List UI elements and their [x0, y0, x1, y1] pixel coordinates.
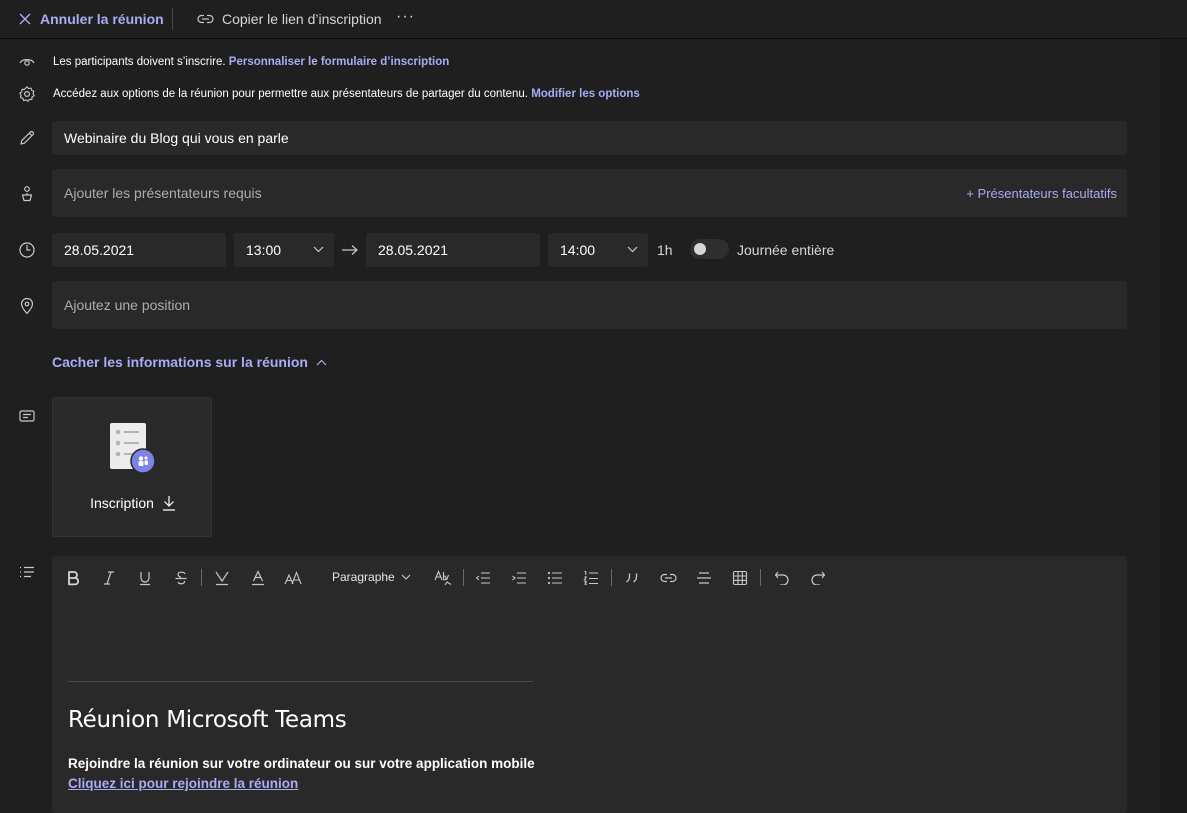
- chevron-down-icon: [401, 574, 411, 580]
- toolbar-divider: [172, 8, 173, 30]
- pencil-icon: [18, 129, 36, 147]
- bulleted-list-button[interactable]: [545, 568, 565, 588]
- start-time-value: 13:00: [246, 242, 282, 258]
- all-day-toggle[interactable]: [690, 239, 729, 259]
- all-day-label: Journée entière: [737, 242, 835, 258]
- cancel-meeting-label: Annuler la réunion: [40, 11, 164, 27]
- quote-button[interactable]: [622, 568, 642, 588]
- copy-registration-link-button[interactable]: Copier le lien d’inscription: [197, 9, 382, 29]
- end-time-value: 14:00: [560, 242, 596, 258]
- insert-link-button[interactable]: [658, 568, 678, 588]
- toggle-knob: [694, 243, 706, 255]
- toolbar-separator: [760, 569, 761, 586]
- content-divider: [68, 681, 533, 682]
- required-presenters-placeholder: Ajouter les présentateurs requis: [64, 185, 262, 201]
- underline-button[interactable]: [135, 568, 155, 588]
- registration-form-card[interactable]: Inscription: [52, 397, 212, 537]
- paragraph-style-label: Paragraphe: [332, 570, 395, 584]
- close-icon: [18, 12, 32, 26]
- location-input[interactable]: Ajoutez une position: [52, 281, 1127, 329]
- redo-button[interactable]: [808, 568, 828, 588]
- registration-card-label: Inscription: [90, 495, 154, 511]
- paragraph-style-dropdown[interactable]: Paragraphe: [332, 570, 411, 584]
- duration-label: 1h: [657, 242, 673, 258]
- start-time-dropdown[interactable]: 13:00: [234, 233, 334, 267]
- top-toolbar: [0, 0, 1187, 39]
- font-size-button[interactable]: [283, 568, 303, 588]
- hide-meeting-info-label: Cacher les informations sur la réunion: [52, 354, 308, 370]
- customize-registration-form-link[interactable]: Personnaliser le formulaire d’inscriptio…: [229, 56, 449, 68]
- modify-options-link[interactable]: Modifier les options: [531, 88, 640, 100]
- presenter-icon: [18, 185, 36, 203]
- meeting-title-value: Webinaire du Blog qui vous en parle: [64, 130, 289, 146]
- arrow-right-icon: [341, 244, 359, 256]
- numbered-list-button[interactable]: [581, 568, 601, 588]
- meeting-title-input[interactable]: Webinaire du Blog qui vous en parle: [52, 121, 1127, 155]
- cancel-meeting-button[interactable]: Annuler la réunion: [18, 9, 164, 29]
- meeting-options-text: Accédez aux options de la réunion pour p…: [53, 88, 528, 100]
- registration-form-icon: [109, 421, 157, 475]
- registration-card-footer: Inscription: [53, 495, 213, 511]
- registration-info: Les participants doivent s’inscrire. Per…: [53, 56, 449, 68]
- attachment-list-icon: [18, 407, 36, 425]
- eye-icon: [18, 53, 36, 71]
- gear-icon: [18, 85, 36, 103]
- end-date-picker[interactable]: 28.05.2021: [366, 233, 540, 267]
- hide-meeting-info-button[interactable]: Cacher les informations sur la réunion: [52, 354, 327, 370]
- strikethrough-button[interactable]: [171, 568, 191, 588]
- registration-info-text: Les participants doivent s’inscrire.: [53, 56, 226, 68]
- location-placeholder: Ajoutez une position: [64, 297, 191, 313]
- required-presenters-input[interactable]: Ajouter les présentateurs requis + Prése…: [52, 169, 1127, 217]
- teams-meeting-heading: Réunion Microsoft Teams: [68, 707, 347, 733]
- toolbar-separator: [201, 569, 202, 586]
- horizontal-rule-button[interactable]: [694, 568, 714, 588]
- start-date-picker[interactable]: 28.05.2021: [52, 233, 226, 267]
- spellcheck-button[interactable]: [433, 568, 453, 588]
- download-icon[interactable]: [162, 495, 176, 511]
- start-date-value: 28.05.2021: [64, 242, 135, 258]
- copy-registration-link-label: Copier le lien d’inscription: [222, 11, 382, 27]
- location-pin-icon: [18, 297, 36, 315]
- decrease-indent-button[interactable]: [473, 568, 493, 588]
- join-meeting-link[interactable]: Cliquez ici pour rejoindre la réunion: [68, 776, 298, 791]
- chevron-up-icon: [316, 359, 327, 366]
- toolbar-separator: [463, 569, 464, 586]
- font-color-button[interactable]: [248, 568, 268, 588]
- chevron-down-icon: [313, 246, 324, 253]
- join-instructions: Rejoindre la réunion sur votre ordinateu…: [68, 756, 535, 771]
- insert-table-button[interactable]: [730, 568, 750, 588]
- link-icon: [197, 13, 214, 25]
- meeting-description-editor[interactable]: Paragraphe Réunion Microsoft Teams Rejoi…: [52, 556, 1127, 813]
- side-panel-strip: [1160, 39, 1187, 813]
- more-options-button[interactable]: ···: [396, 8, 415, 26]
- bold-button[interactable]: [63, 568, 83, 588]
- end-date-value: 28.05.2021: [378, 242, 449, 258]
- undo-button[interactable]: [772, 568, 792, 588]
- increase-indent-button[interactable]: [509, 568, 529, 588]
- highlight-button[interactable]: [212, 568, 232, 588]
- chevron-down-icon: [627, 246, 638, 253]
- meeting-options-info: Accédez aux options de la réunion pour p…: [53, 88, 640, 100]
- italic-button[interactable]: [99, 568, 119, 588]
- description-icon: [18, 563, 36, 581]
- clock-icon: [18, 241, 36, 259]
- toolbar-separator: [611, 569, 612, 586]
- optional-presenters-button[interactable]: + Présentateurs facultatifs: [966, 186, 1117, 201]
- end-time-dropdown[interactable]: 14:00: [548, 233, 648, 267]
